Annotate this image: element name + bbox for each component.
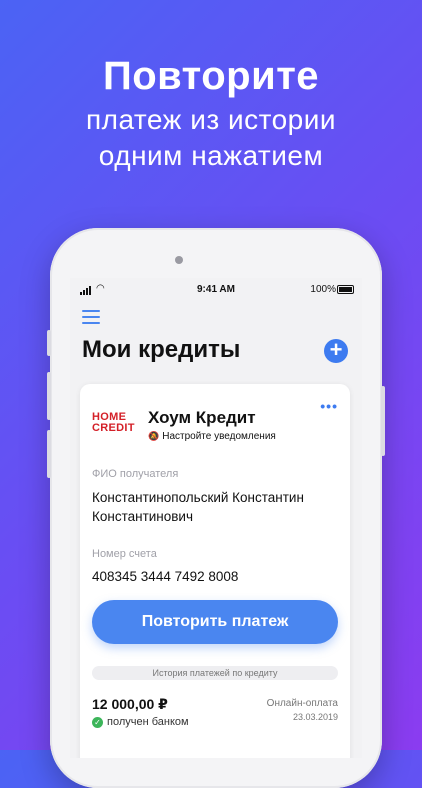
bank-name: Хоум Кредит	[148, 408, 256, 427]
battery-percent: 100%	[310, 284, 336, 295]
payment-history-label: История платежей по кредиту	[92, 666, 338, 680]
notification-setup-label: Настройте уведомления	[162, 431, 276, 442]
notification-setup-link[interactable]: 🔕 Настройте уведомления	[148, 431, 276, 442]
repeat-payment-button[interactable]: Повторить платеж	[92, 600, 338, 644]
phone-mute-switch	[47, 330, 51, 356]
app-screen: ◠ 9:41 AM 100% Мои кредиты + HOME CREDIT…	[70, 278, 362, 758]
promo-title: Повторите	[102, 54, 320, 98]
battery-icon	[337, 285, 354, 294]
bell-off-icon: 🔕	[148, 431, 160, 441]
phone-volume-down	[47, 430, 51, 478]
more-options-icon[interactable]: •••	[320, 398, 338, 414]
account-label: Номер счета	[92, 548, 157, 560]
menu-icon[interactable]	[82, 310, 100, 328]
recipient-label: ФИО получателя	[92, 468, 179, 480]
payment-amount: 12 000,00 ₽	[92, 696, 168, 712]
check-icon: ✓	[92, 716, 103, 728]
credit-card: HOME CREDIT Хоум Кредит 🔕 Настройте увед…	[80, 384, 350, 758]
promo-subtitle-line-1: платеж из истории	[85, 104, 337, 135]
front-camera	[175, 256, 183, 264]
promo-headline: Повторите платеж из истории одним нажати…	[0, 50, 422, 174]
recipient-name: Константинопольский Константин Константи…	[92, 490, 304, 524]
promo-subtitle-line-2: одним нажатием	[98, 140, 324, 171]
phone-volume-up	[47, 372, 51, 420]
status-bar: ◠ 9:41 AM 100%	[70, 278, 362, 302]
payment-method: Онлайн-оплата	[266, 698, 338, 709]
home-credit-logo: HOME CREDIT	[92, 411, 135, 434]
account-number: 408345 3444 7492 8008	[92, 569, 239, 584]
payment-date: 23.03.2019	[292, 712, 338, 722]
phone-power-button	[381, 386, 385, 456]
payment-status: ✓ получен банком	[92, 716, 189, 728]
payment-status-text: получен банком	[107, 716, 189, 728]
add-credit-button[interactable]: +	[324, 339, 348, 363]
page-title: Мои кредиты	[82, 336, 241, 363]
